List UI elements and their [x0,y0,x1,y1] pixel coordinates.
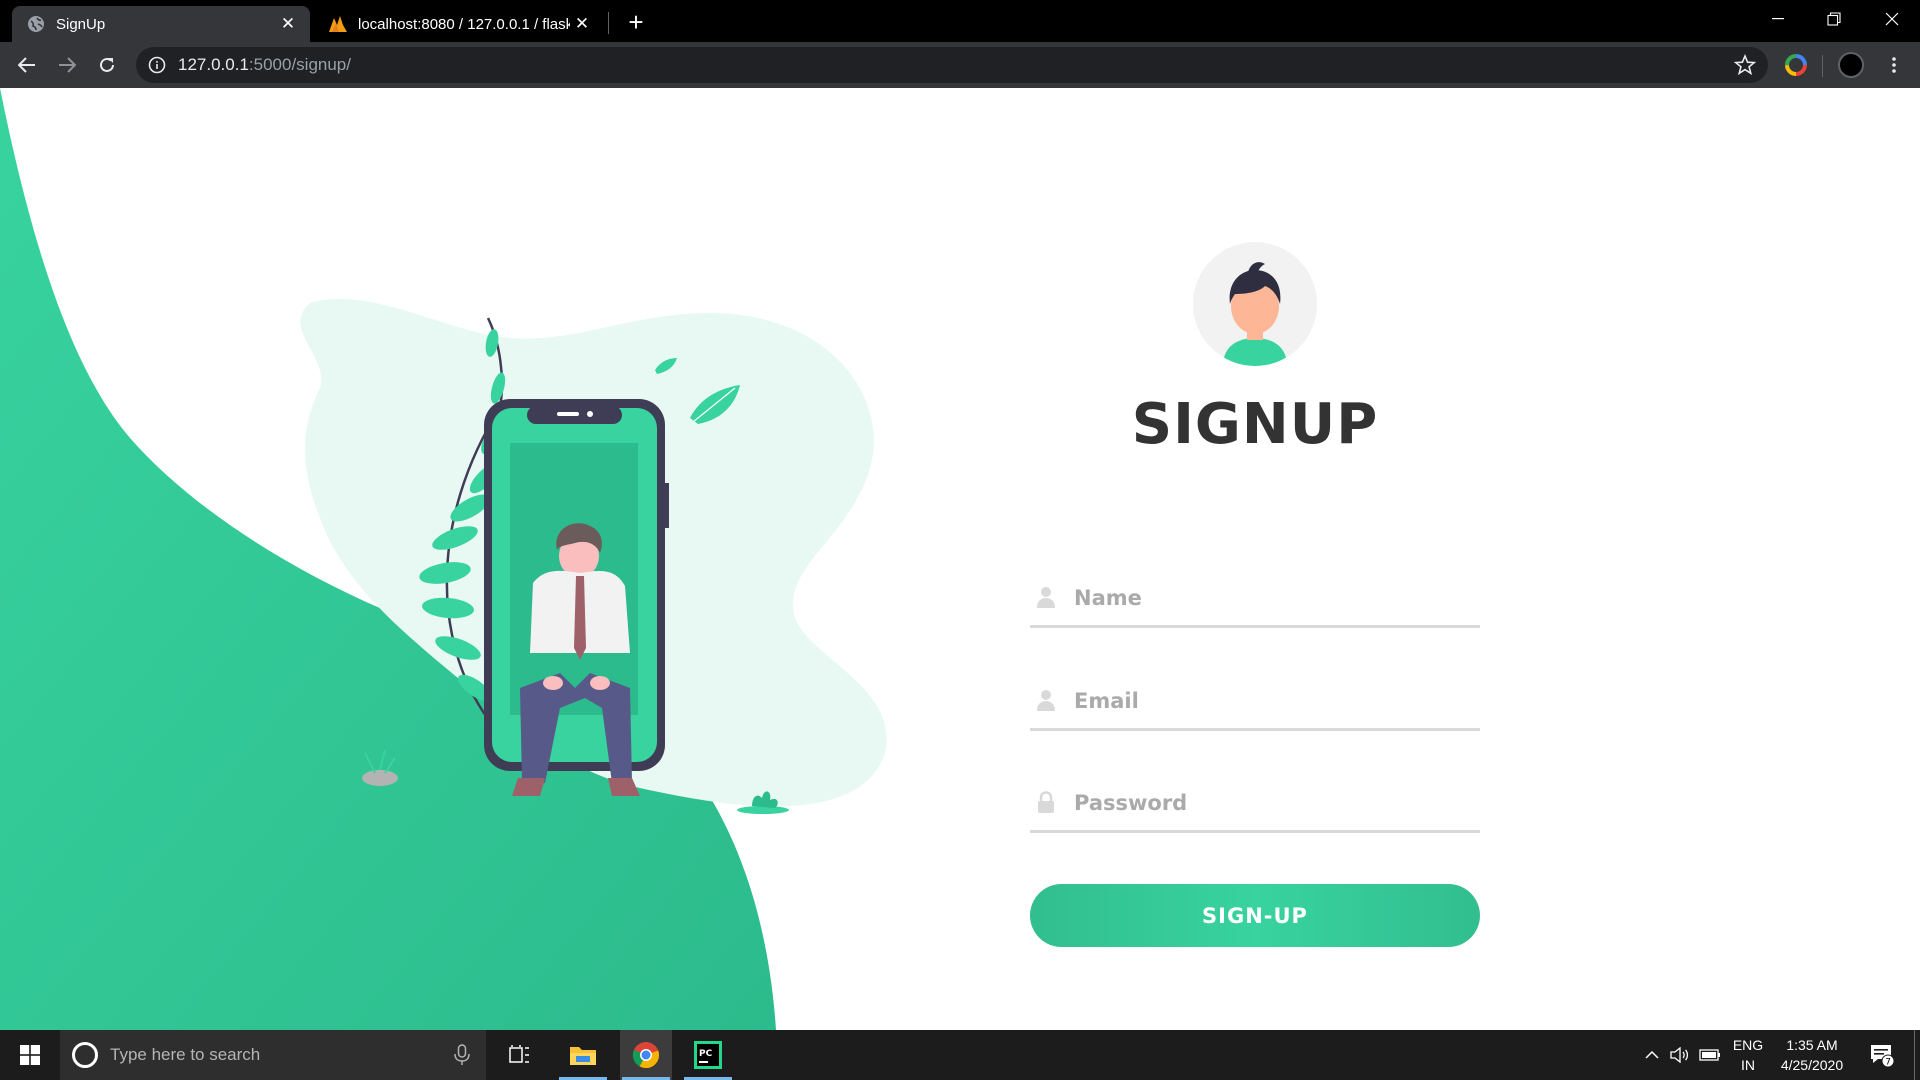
info-icon[interactable] [148,56,166,74]
language-line1: ENG [1732,1037,1764,1053]
name-field [1030,570,1480,628]
profile-icon[interactable] [1838,52,1864,78]
clock-date: 4/25/2020 [1780,1057,1844,1073]
svg-text:PC: PC [699,1049,713,1059]
reload-icon[interactable] [91,49,123,81]
clock-time: 1:35 AM [1786,1037,1838,1053]
password-field [1030,775,1480,833]
language-line2: IN [1741,1057,1755,1073]
back-icon[interactable] [11,49,43,81]
pycharm-icon[interactable]: PC [682,1030,734,1080]
show-desktop-button[interactable] [1914,1030,1915,1080]
user-icon [1037,587,1055,608]
url-host: 127.0.0.1 [178,55,249,74]
avatar-icon [1193,242,1317,366]
signup-button[interactable]: SIGN-UP [1030,884,1480,947]
restore-icon[interactable] [1806,0,1862,38]
signup-illustration [0,88,887,1030]
browser-toolbar: 127.0.0.1:5000/signup/ [0,42,1920,88]
chrome-icon[interactable] [620,1030,672,1080]
tab-signup[interactable]: SignUp ✕ [12,6,310,42]
tab-title: SignUp [56,15,106,33]
menu-icon[interactable] [1880,51,1908,79]
extension-icon[interactable] [1784,53,1808,77]
close-tab-icon[interactable]: ✕ [276,12,300,36]
star-icon[interactable] [1734,54,1756,76]
browser-titlebar: SignUp ✕ localhost:8080 / 127.0.0.1 / fl… [0,0,1920,42]
minimize-icon[interactable] [1750,0,1806,38]
user-icon [1037,690,1055,711]
windows-start-icon[interactable] [0,1030,60,1080]
toolbar-separator [1822,55,1823,77]
lock-icon [1038,791,1054,813]
file-explorer-icon[interactable] [557,1030,609,1080]
email-input[interactable] [1074,681,1474,721]
plus-icon[interactable]: + [622,7,650,37]
close-window-icon[interactable] [1864,0,1920,38]
notification-count: 7 [1885,1058,1891,1068]
clock[interactable]: 1:35 AM 4/25/2020 [1772,1030,1852,1080]
url-text: 127.0.0.1:5000/signup/ [178,55,351,75]
url-path: :5000/signup/ [248,55,351,74]
close-tab-icon[interactable]: ✕ [570,12,594,36]
task-view-icon[interactable] [494,1030,546,1080]
globe-icon [26,14,46,34]
tab-phpmyadmin[interactable]: localhost:8080 / 127.0.0.1 / flask ✕ [314,6,604,42]
name-input[interactable] [1074,578,1474,618]
volume-icon[interactable] [1666,1030,1694,1080]
phpmyadmin-icon [328,14,348,34]
password-input[interactable] [1074,783,1474,823]
taskbar-search[interactable]: Type here to search [60,1030,486,1080]
microphone-icon[interactable] [452,1044,472,1066]
language-indicator[interactable]: ENG IN [1726,1030,1770,1080]
signup-page: SIGNUP SIGN-UP [0,88,1920,1030]
tab-separator [608,12,609,34]
tab-title: localhost:8080 / 127.0.0.1 / flask [358,15,570,33]
address-bar[interactable]: 127.0.0.1:5000/signup/ [136,47,1768,83]
windows-taskbar: Type here to search PC ENG IN 1:35 AM 4/… [0,1030,1920,1080]
search-placeholder: Type here to search [110,1045,261,1064]
cortana-icon [72,1042,98,1068]
battery-icon[interactable] [1696,1030,1724,1080]
email-field [1030,673,1480,731]
notification-center-icon[interactable]: 7 [1862,1030,1902,1080]
page-title: SIGNUP [1131,392,1379,457]
show-hidden-icons-icon[interactable] [1640,1030,1664,1080]
forward-icon[interactable] [51,49,83,81]
